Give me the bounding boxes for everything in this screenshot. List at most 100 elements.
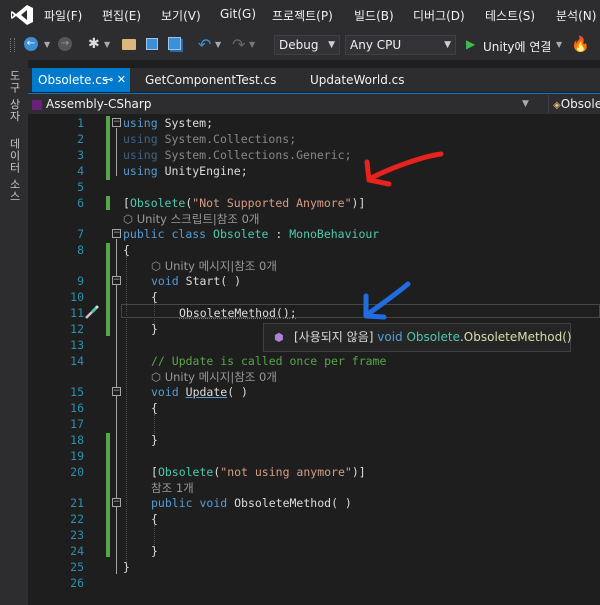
code-line: {: [151, 290, 158, 304]
line-number: 17: [70, 417, 84, 431]
menu-debug[interactable]: 디버그(D): [413, 7, 465, 24]
change-indicator: [106, 196, 110, 210]
line-number: 1: [77, 116, 84, 130]
menu-test[interactable]: 테스트(S): [485, 7, 535, 24]
line-number: 7: [77, 227, 84, 241]
code-line: {: [123, 243, 130, 257]
line-number: 19: [70, 449, 84, 463]
data-sources-tab[interactable]: 데이터 소스: [6, 138, 22, 203]
menu-view[interactable]: 보기(V): [161, 7, 201, 24]
project-select[interactable]: Assembly-CSharp ▼: [32, 95, 532, 113]
unity-icon: ⬡: [151, 370, 165, 384]
csharp-project-icon: [32, 99, 42, 110]
obsolete-tag: [사용되지 않음]: [294, 330, 374, 344]
fold-line: [116, 239, 117, 574]
navigation-bar: Assembly-CSharp ▼ ◈Obsolete: [28, 93, 600, 115]
collapse-toggle[interactable]: −: [112, 229, 121, 238]
change-indicator: [106, 433, 110, 557]
line-number: 16: [70, 401, 84, 415]
menu-build[interactable]: 빌드(B): [354, 7, 394, 24]
codelens-references[interactable]: 참조 1개: [151, 480, 194, 496]
forward-arrow-icon[interactable]: →: [58, 37, 72, 51]
chevron-down-icon: ▼: [328, 40, 335, 50]
chevron-down-icon: ▼: [444, 40, 451, 50]
tooltip-keyword: void: [377, 330, 403, 344]
code-line: void Start( ): [151, 274, 242, 288]
tab-getcomponenttest[interactable]: GetComponentTest.cs: [145, 68, 276, 92]
line-number: 23: [70, 528, 84, 542]
line-number: 9: [77, 274, 84, 288]
code-line: {: [151, 512, 158, 526]
line-number: 13: [70, 338, 84, 352]
codelens-references[interactable]: ⬡ Unity 메시지|참조 0개: [151, 258, 277, 274]
hot-reload-icon[interactable]: 🔥: [571, 35, 590, 53]
play-icon[interactable]: ▶: [466, 37, 475, 51]
code-line: void Update( ): [151, 385, 248, 399]
run-button-label[interactable]: Unity에 연결: [483, 38, 551, 55]
codelens-references[interactable]: ⬡ Unity 메시지|참조 0개: [151, 369, 277, 385]
line-number: 24: [70, 544, 84, 558]
change-indicator: [106, 243, 110, 336]
line-number: 3: [77, 148, 84, 162]
menu-project[interactable]: 프로젝트(P): [272, 7, 333, 24]
line-number: 14: [70, 354, 84, 368]
new-project-icon[interactable]: ✱: [88, 36, 100, 52]
line-number: 4: [77, 164, 84, 178]
code-line: [Obsolete("Not Supported Anymore")]: [123, 196, 366, 210]
code-line: using UnityEngine;: [123, 164, 248, 178]
chevron-down-icon[interactable]: ▼: [215, 40, 221, 49]
class-icon: ◈: [553, 100, 561, 111]
platform-select[interactable]: Any CPU ▼: [345, 35, 456, 55]
line-number: 8: [77, 243, 84, 257]
class-select[interactable]: ◈Obsolete: [548, 95, 600, 113]
menu-analyze[interactable]: 분석(N): [556, 7, 596, 24]
code-line: // Update is called once per frame: [151, 354, 387, 368]
unity-icon: ⬡: [123, 212, 137, 226]
chevron-down-icon[interactable]: ▼: [104, 40, 110, 49]
method-icon: ⬢: [274, 331, 284, 344]
chevron-down-icon[interactable]: ▼: [556, 40, 562, 49]
menu-file[interactable]: 파일(F): [44, 7, 82, 24]
chevron-down-icon: ▼: [522, 99, 529, 109]
visual-studio-logo[interactable]: [10, 4, 34, 26]
code-line: public void ObsoleteMethod( ): [151, 496, 352, 510]
menu-bar: 파일(F) 편집(E) 보기(V) Git(G) 프로젝트(P) 빌드(B) 디…: [0, 0, 600, 30]
line-number: 11: [70, 306, 84, 320]
indent-guide: [126, 256, 127, 568]
quick-action-icon[interactable]: [84, 304, 100, 320]
collapse-toggle[interactable]: −: [112, 276, 121, 285]
tab-updateworld[interactable]: UpdateWorld.cs: [310, 68, 405, 92]
tab-obsolete-cs[interactable]: Obsolete.cs ⊸ ✕: [32, 68, 130, 92]
code-line: }: [151, 544, 158, 558]
code-line: using System.Collections;: [123, 132, 297, 146]
save-all-icon[interactable]: [168, 37, 181, 50]
collapse-toggle[interactable]: −: [112, 118, 121, 127]
code-line: }: [151, 433, 158, 447]
toolbar: ← ▼ → ✱ ▼ ↶ ▼ ↷ ▼ Debug ▼ Any CPU ▼ ▶ Unit…: [0, 30, 600, 60]
save-icon[interactable]: [146, 38, 158, 50]
line-number: 18: [70, 433, 84, 447]
pin-close-icon[interactable]: ⊸ ✕: [104, 68, 126, 92]
open-folder-icon[interactable]: [122, 39, 136, 50]
toolbox-tab[interactable]: 도구 상자: [6, 70, 22, 123]
menu-git[interactable]: Git(G): [220, 7, 256, 21]
toolbar-grip: [10, 38, 15, 52]
line-number: 12: [70, 322, 84, 336]
back-arrow-icon[interactable]: ←: [24, 37, 38, 51]
chevron-down-icon[interactable]: ▼: [44, 40, 50, 49]
quickinfo-tooltip: ⬢ [사용되지 않음] void Obsolete.ObsoleteMethod…: [263, 323, 572, 352]
collapse-toggle[interactable]: −: [112, 498, 121, 507]
undo-icon[interactable]: ↶: [198, 35, 211, 54]
line-number: 20: [70, 465, 84, 479]
collapse-toggle[interactable]: −: [112, 387, 121, 396]
red-annotation-arrow: [364, 151, 444, 187]
line-number: 26: [70, 576, 84, 590]
line-number: 15: [70, 385, 84, 399]
line-number: 22: [70, 512, 84, 526]
code-line-obsolete-call[interactable]: ObsoleteMethod();: [179, 306, 297, 320]
menu-edit[interactable]: 편집(E): [102, 7, 141, 24]
configuration-select[interactable]: Debug ▼: [274, 35, 340, 55]
codelens-references[interactable]: ⬡ Unity 스크립트|참조 0개: [123, 211, 259, 227]
redo-icon[interactable]: ↷: [232, 35, 245, 54]
chevron-down-icon[interactable]: ▼: [249, 40, 255, 49]
